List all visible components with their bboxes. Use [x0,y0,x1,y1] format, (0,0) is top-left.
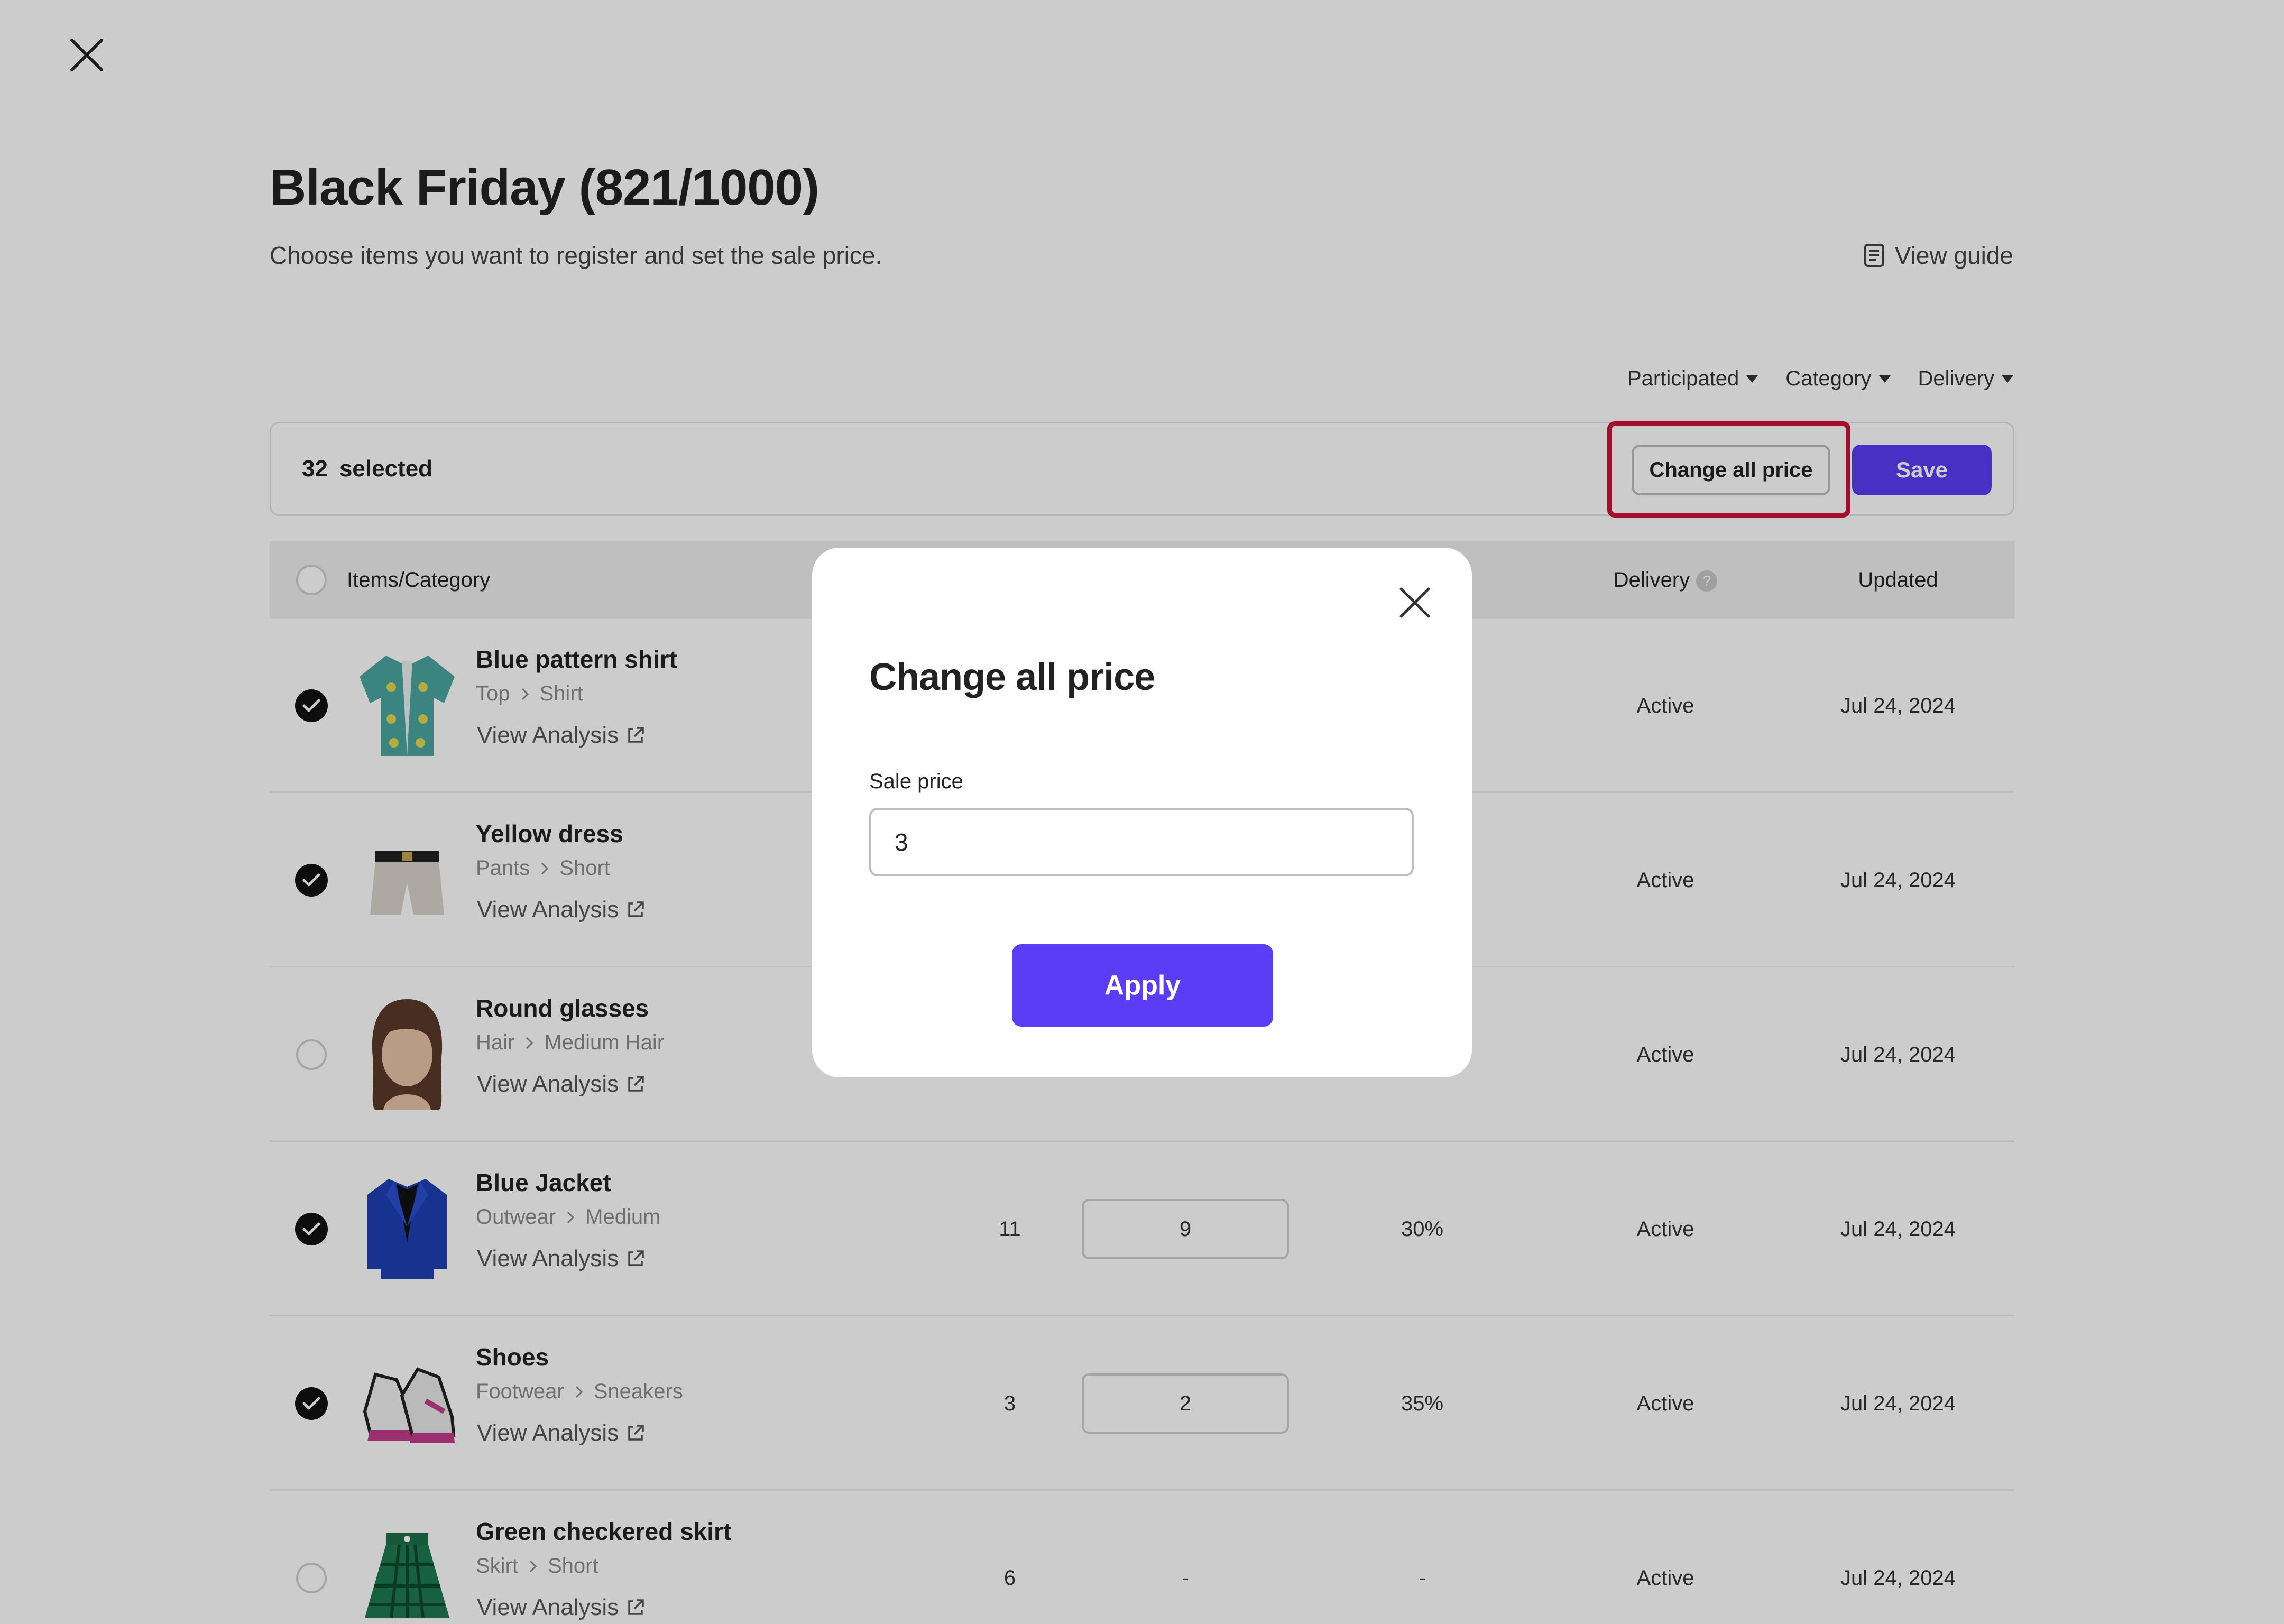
sale-price-field[interactable] [869,808,1414,876]
sale-price-label: Sale price [869,770,963,793]
modal-title: Change all price [869,656,1155,698]
change-all-price-modal: Change all price Sale price Apply [812,548,1472,1077]
close-icon[interactable] [1396,584,1434,622]
apply-button[interactable]: Apply [1012,944,1273,1027]
